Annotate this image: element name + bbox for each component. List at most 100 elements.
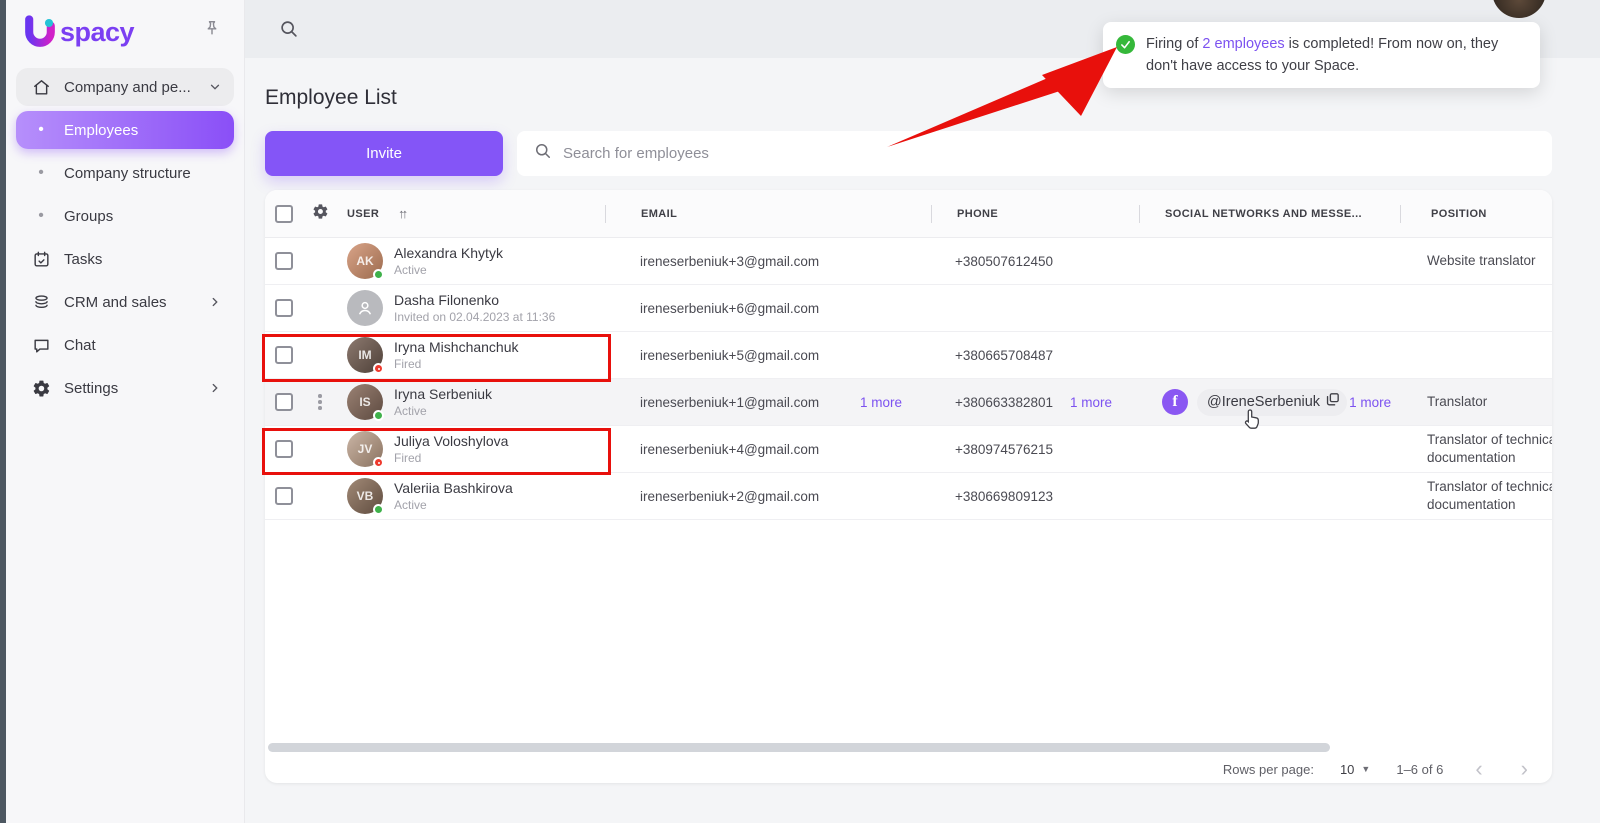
sidebar-item-company-and-people[interactable]: Company and pe... [16, 68, 234, 106]
avatar: IS [347, 384, 383, 420]
employee-phone: +380665708487 [955, 348, 1053, 363]
facebook-icon[interactable]: f [1162, 389, 1188, 415]
column-header-social[interactable]: SOCIAL NETWORKS AND MESSE... [1140, 190, 1400, 237]
row-checkbox[interactable] [275, 440, 293, 458]
employee-name[interactable]: Juliya Voloshylova [394, 433, 508, 449]
chevron-right-icon [208, 381, 222, 395]
employee-name[interactable]: Iryna Serbeniuk [394, 386, 492, 402]
sidebar-item-label: Chat [64, 337, 222, 354]
pagination-range: 1–6 of 6 [1396, 762, 1443, 777]
employee-table: USER ↑↑ EMAIL PHONE SOCIAL NETWORKS AND … [265, 190, 1552, 783]
table-row[interactable]: VB Valeriia Bashkirova Active ireneserbe… [265, 473, 1552, 520]
gear-icon [30, 379, 52, 398]
column-header-phone[interactable]: PHONE [932, 190, 1139, 237]
employee-status: Active [394, 498, 513, 512]
sidebar-item-label: Tasks [64, 251, 222, 268]
caret-down-icon: ▼ [1361, 764, 1370, 774]
social-handle-chip[interactable]: @IreneSerbeniuk [1197, 389, 1347, 416]
employee-name[interactable]: Dasha Filonenko [394, 292, 555, 308]
next-page-button[interactable]: › [1515, 758, 1534, 780]
sidebar-item-label: CRM and sales [64, 294, 208, 311]
toast-employees-link[interactable]: 2 employees [1202, 36, 1284, 52]
employee-status: Fired [394, 451, 508, 465]
global-search-icon[interactable] [278, 18, 300, 45]
row-checkbox[interactable] [275, 487, 293, 505]
email-more-link[interactable]: 1 more [860, 395, 902, 410]
table-row[interactable]: JV Juliya Voloshylova Fired ireneserbeni… [265, 426, 1552, 473]
sidebar-item-company-structure[interactable]: • Company structure [16, 154, 234, 192]
main-content: Employee List Invite USER ↑↑ [245, 58, 1600, 823]
crm-stack-icon [30, 293, 52, 312]
column-header-email[interactable]: EMAIL [606, 190, 931, 237]
sidebar-item-crm-and-sales[interactable]: CRM and sales [16, 283, 234, 321]
employee-email: ireneserbeniuk+3@gmail.com [640, 254, 819, 269]
bullet-icon: • [30, 207, 52, 225]
employee-status: Invited on 02.04.2023 at 11:36 [394, 310, 555, 324]
table-row[interactable]: AK Alexandra Khytyk Active ireneserbeniu… [265, 238, 1552, 285]
table-row[interactable]: IM Iryna Mishchanchuk Fired ireneserbeni… [265, 332, 1552, 379]
social-handle: @IreneSerbeniuk [1207, 394, 1320, 410]
sort-icon[interactable]: ↑↑ [398, 206, 405, 221]
employee-phone: +380974576215 [955, 442, 1053, 457]
invite-button[interactable]: Invite [265, 131, 503, 176]
sidebar-menu: Company and pe... • Employees • Company … [6, 60, 244, 407]
status-dot-active [373, 269, 384, 280]
sidebar-item-label: Employees [64, 122, 222, 139]
status-dot-fired [373, 457, 384, 468]
employee-name[interactable]: Iryna Mishchanchuk [394, 339, 519, 355]
table-row[interactable]: Dasha Filonenko Invited on 02.04.2023 at… [265, 285, 1552, 332]
sidebar: spacy Company and pe... • Employees [6, 0, 245, 823]
person-icon [355, 298, 375, 318]
avatar: IM [347, 337, 383, 373]
column-settings-gear-icon[interactable] [312, 203, 329, 225]
sidebar-item-groups[interactable]: • Groups [16, 197, 234, 235]
calendar-icon [30, 250, 52, 269]
employee-status: Active [394, 404, 492, 418]
employee-position-line2: documentation [1427, 449, 1552, 467]
avatar-placeholder [347, 290, 383, 326]
avatar: VB [347, 478, 383, 514]
scrollbar-thumb[interactable] [268, 743, 1330, 752]
row-menu-kebab-icon[interactable] [318, 394, 322, 410]
employee-email: ireneserbeniuk+1@gmail.com [640, 395, 819, 410]
uspacy-logo[interactable]: spacy [22, 14, 134, 50]
employee-position: Website translator [1427, 252, 1536, 270]
copy-icon[interactable] [1324, 391, 1341, 413]
success-toast[interactable]: Firing of 2 employees is completed! From… [1103, 22, 1540, 88]
page-title: Employee List [265, 86, 397, 110]
sidebar-item-employees[interactable]: • Employees [16, 111, 234, 149]
column-header-user[interactable]: USER ↑↑ [337, 190, 605, 237]
employee-name[interactable]: Alexandra Khytyk [394, 245, 503, 261]
chevron-down-icon [208, 80, 222, 94]
row-checkbox[interactable] [275, 393, 293, 411]
employee-phone: +380669809123 [955, 489, 1053, 504]
status-dot-fired [373, 363, 384, 374]
sidebar-item-chat[interactable]: Chat [16, 326, 234, 364]
table-row[interactable]: IS Iryna Serbeniuk Active ireneserbeniuk… [265, 379, 1552, 426]
logo-text: spacy [60, 17, 134, 48]
sidebar-item-settings[interactable]: Settings [16, 369, 234, 407]
social-more-link[interactable]: 1 more [1349, 395, 1391, 410]
toast-message: Firing of 2 employees is completed! From… [1146, 33, 1524, 77]
employee-search-bar[interactable] [517, 131, 1552, 176]
employee-position: Translator of technical [1427, 431, 1552, 449]
search-icon [533, 141, 553, 166]
employee-name[interactable]: Valeriia Bashkirova [394, 480, 513, 496]
avatar: JV [347, 431, 383, 467]
select-all-checkbox[interactable] [275, 205, 293, 223]
row-checkbox[interactable] [275, 252, 293, 270]
horizontal-scrollbar[interactable] [268, 743, 1549, 753]
pin-icon[interactable] [202, 18, 222, 43]
phone-more-link[interactable]: 1 more [1070, 395, 1112, 410]
sidebar-item-label: Groups [64, 208, 222, 225]
row-checkbox[interactable] [275, 346, 293, 364]
employee-position: Translator [1427, 393, 1487, 411]
avatar: AK [347, 243, 383, 279]
column-header-position[interactable]: POSITION [1401, 190, 1552, 237]
rows-per-page-select[interactable]: 10 ▼ [1340, 762, 1370, 777]
sidebar-item-tasks[interactable]: Tasks [16, 240, 234, 278]
employee-email: ireneserbeniuk+6@gmail.com [640, 301, 819, 316]
search-input[interactable] [563, 145, 1536, 162]
row-checkbox[interactable] [275, 299, 293, 317]
previous-page-button[interactable]: ‹ [1469, 758, 1488, 780]
